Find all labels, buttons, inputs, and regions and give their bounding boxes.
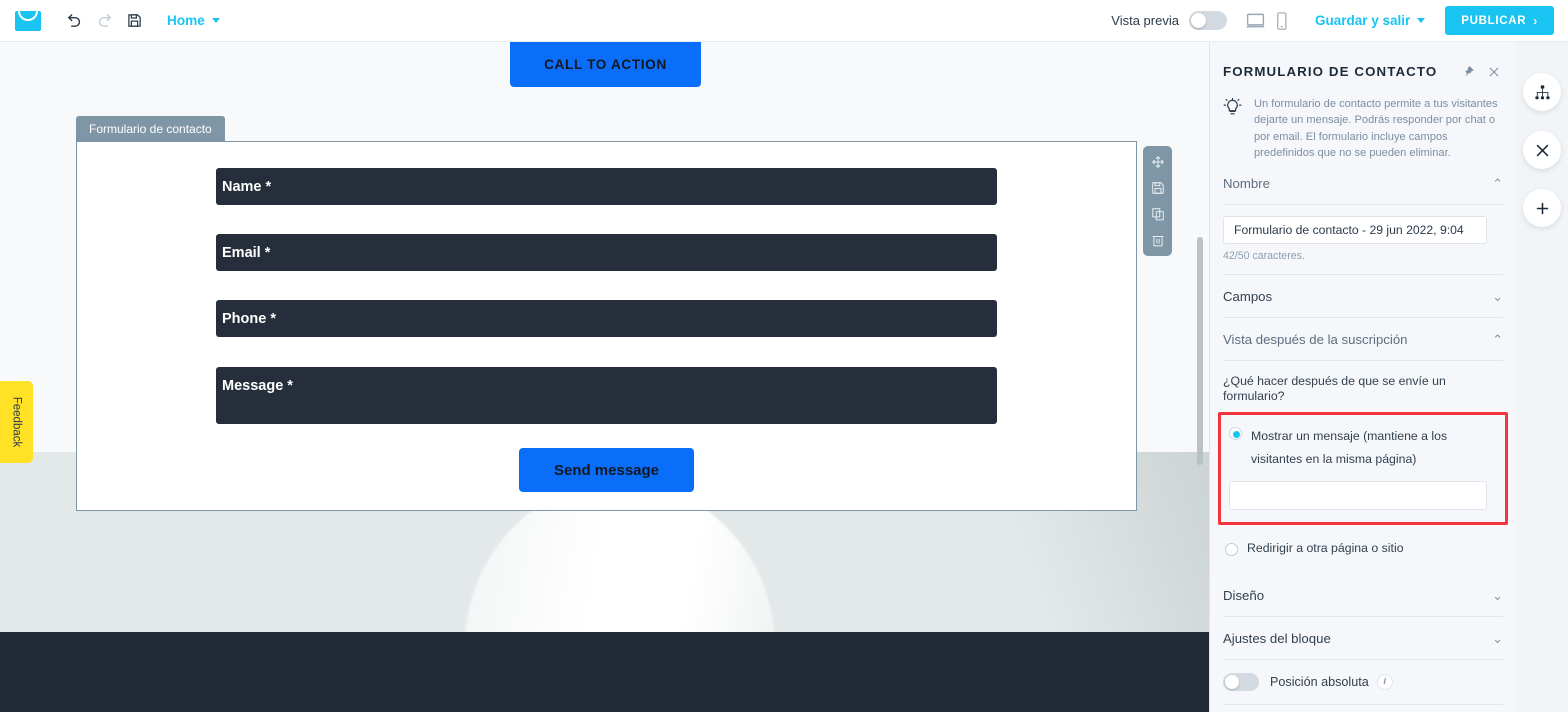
form-name-input[interactable] <box>1223 215 1487 244</box>
duplicate-icon[interactable] <box>1147 202 1169 226</box>
chevron-down-icon[interactable]: ⌄ <box>1492 589 1503 602</box>
panel-hint-text: Un formulario de contacto permite a tus … <box>1254 98 1498 160</box>
save-and-exit-label: Guardar y salir <box>1314 13 1411 28</box>
canvas-scrollbar[interactable] <box>1197 237 1203 465</box>
section-diseno[interactable]: Diseño ⌄ <box>1223 574 1503 617</box>
preview-label: Vista previa <box>1111 13 1179 28</box>
section-nombre[interactable]: Nombre ⌃ <box>1223 162 1503 205</box>
section-campos-label: Campos <box>1223 288 1273 304</box>
pin-icon[interactable] <box>1462 65 1475 83</box>
toggle-knob <box>1225 674 1239 689</box>
close-icon[interactable] <box>1523 131 1561 169</box>
panel-header-icons <box>1462 64 1500 83</box>
contact-form-block[interactable]: Name * Email * Phone * Message * Send me… <box>76 141 1137 511</box>
form-field-phone[interactable]: Phone * <box>216 300 997 337</box>
panel-title: FORMULARIO DE CONTACTO <box>1223 64 1438 79</box>
chevron-up-icon[interactable]: ⌃ <box>1492 333 1503 346</box>
panel-hint: Un formulario de contacto permite a tus … <box>1210 83 1516 162</box>
envelope-logo[interactable] <box>15 10 41 31</box>
success-message-input[interactable] <box>1229 480 1487 510</box>
save-icon[interactable] <box>1147 176 1169 200</box>
section-vista-label: Vista después de la suscripción <box>1223 331 1408 347</box>
form-field-email[interactable]: Email * <box>216 234 997 271</box>
toggle-row-absolute-position: Posición absoluta i <box>1223 660 1503 705</box>
chevron-down-icon[interactable]: ⌄ <box>1492 290 1503 303</box>
sitemap-icon[interactable] <box>1523 73 1561 111</box>
form-field-name[interactable]: Name * <box>216 168 997 205</box>
radio-option-redirect[interactable]: Redirigir a otra página o sitio <box>1210 525 1516 560</box>
section-diseno-label: Diseño <box>1223 587 1265 603</box>
settings-panel: FORMULARIO DE CONTACTO Un formulario de … <box>1209 42 1516 712</box>
chevron-down-icon[interactable]: ⌄ <box>1492 632 1503 645</box>
section-ajustes-bloque[interactable]: Ajustes del bloque ⌄ <box>1223 617 1503 660</box>
desktop-icon[interactable] <box>1245 10 1266 31</box>
block-action-toolbar <box>1143 146 1172 256</box>
mobile-icon[interactable] <box>1274 11 1289 31</box>
radio-button-unselected[interactable] <box>1225 542 1238 556</box>
home-menu-label[interactable]: Home <box>167 13 205 28</box>
panel-header: FORMULARIO DE CONTACTO <box>1210 42 1516 83</box>
plus-icon[interactable] <box>1523 189 1561 227</box>
toggle-knob <box>1190 13 1206 28</box>
chevron-up-icon[interactable]: ⌃ <box>1492 177 1503 190</box>
app-root: Home Vista previa Guardar y salir PUBLIC… <box>0 0 1568 712</box>
right-rail <box>1516 42 1568 712</box>
topbar-right-group: Vista previa Guardar y salir PUBLICAR › <box>1111 6 1568 35</box>
feedback-tab[interactable]: Feedback <box>0 381 33 463</box>
form-field-message[interactable]: Message * <box>216 367 997 424</box>
section-campos[interactable]: Campos ⌄ <box>1223 275 1503 318</box>
close-icon[interactable] <box>1488 65 1500 83</box>
redo-icon[interactable] <box>89 6 119 36</box>
section-vista-suscripcion[interactable]: Vista después de la suscripción ⌃ <box>1223 318 1503 361</box>
toggle-row-hide-mobile: Ocultar en dispositivos móviles i <box>1223 705 1503 712</box>
after-submit-question: ¿Qué hacer después de que se envíe un fo… <box>1223 373 1446 403</box>
save-and-exit-menu[interactable]: Guardar y salir <box>1314 13 1426 28</box>
trash-icon[interactable] <box>1147 228 1169 252</box>
highlighted-option-group: Mostrar un mensaje (mantiene a los visit… <box>1218 412 1508 525</box>
lightbulb-icon <box>1223 96 1245 162</box>
section-ajustes-label: Ajustes del bloque <box>1223 630 1331 646</box>
move-icon[interactable] <box>1147 150 1169 174</box>
radio-redirect-label: Redirigir a otra página o sitio <box>1247 540 1404 555</box>
send-message-button[interactable]: Send message <box>519 448 694 492</box>
top-toolbar: Home Vista previa Guardar y salir PUBLIC… <box>0 0 1568 42</box>
radio-show-message-label: Mostrar un mensaje (mantiene a los visit… <box>1251 429 1448 467</box>
info-icon[interactable]: i <box>1376 673 1393 690</box>
chevron-right-icon: › <box>1533 13 1538 28</box>
chevron-down-icon[interactable] <box>211 18 220 23</box>
section-nombre-label: Nombre <box>1223 175 1270 191</box>
character-counter: 42/50 caracteres. <box>1223 250 1503 275</box>
chevron-down-icon <box>1417 18 1426 23</box>
page-canvas[interactable]: CALL TO ACTION Formulario de contacto Na… <box>0 42 1209 712</box>
publish-button[interactable]: PUBLICAR › <box>1445 6 1554 35</box>
call-to-action-button[interactable]: CALL TO ACTION <box>510 42 701 87</box>
absolute-position-toggle[interactable] <box>1223 672 1259 691</box>
undo-icon[interactable] <box>59 6 89 36</box>
feedback-label: Feedback <box>10 396 23 448</box>
radio-option-show-message[interactable]: Mostrar un mensaje (mantiene a los visit… <box>1227 423 1499 470</box>
save-icon[interactable] <box>119 6 149 36</box>
selected-block-tab[interactable]: Formulario de contacto <box>76 116 225 141</box>
preview-toggle[interactable] <box>1188 11 1227 30</box>
footer-section <box>0 632 1209 712</box>
absolute-position-label: Posición absoluta <box>1270 674 1369 689</box>
radio-button-selected[interactable] <box>1229 427 1242 441</box>
publish-label: PUBLICAR <box>1461 14 1527 27</box>
